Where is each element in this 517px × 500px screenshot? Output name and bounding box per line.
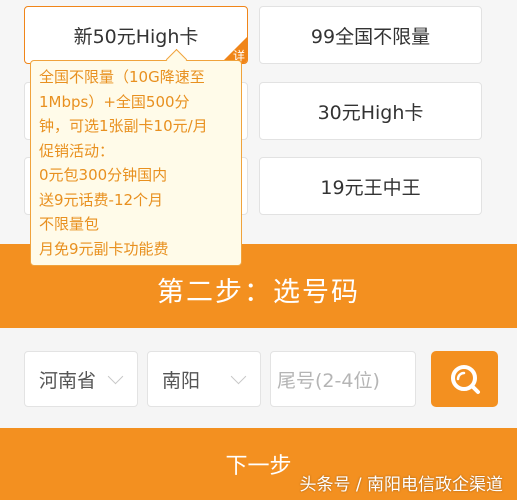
province-select[interactable]: 河南省	[24, 351, 138, 407]
search-button[interactable]	[431, 351, 498, 407]
popup-line: 1Mbps）+全国500分	[39, 92, 190, 111]
city-value: 南阳	[162, 369, 201, 392]
plan-card-new-50-high[interactable]: 新50元High卡 详	[24, 6, 248, 64]
tail-number-placeholder: 尾号(2-4位)	[277, 369, 380, 392]
plan-card-99-unlimited[interactable]: 99全国不限量	[259, 6, 482, 64]
popup-line: 月免9元副卡功能费	[39, 239, 169, 258]
plan-label: 新50元High卡	[73, 25, 199, 48]
search-icon	[450, 365, 480, 394]
popup-line: 0元包300分钟国内	[39, 166, 168, 184]
province-value: 河南省	[39, 369, 97, 392]
plan-card-19-wang[interactable]: 19元王中王	[259, 157, 482, 215]
plan-label: 30元High卡	[317, 101, 424, 124]
step-two-title: 第二步：选号码	[157, 277, 360, 308]
chevron-down-icon	[107, 368, 124, 385]
popup-line: 全国不限量（10G降速至	[39, 68, 205, 86]
tail-number-input[interactable]: 尾号(2-4位)	[270, 351, 416, 407]
plan-card-30-high[interactable]: 30元High卡	[259, 82, 482, 140]
plan-detail-popup: 全国不限量（10G降速至 1Mbps）+全国500分 钟，可选1张副卡10元/月…	[30, 48, 242, 266]
chevron-down-icon	[230, 368, 247, 385]
popup-line: 送9元话费-12个月	[39, 190, 164, 209]
city-select[interactable]: 南阳	[147, 351, 261, 407]
plan-label: 99全国不限量	[310, 25, 431, 48]
plan-label: 19元王中王	[320, 176, 421, 199]
watermark-text: 头条号 / 南阳电信政企渠道	[299, 475, 503, 495]
popup-line: 不限量包	[39, 215, 100, 233]
popup-line: 促销活动：	[39, 141, 115, 160]
popup-line: 钟，可选1张副卡10元/月	[39, 117, 208, 135]
